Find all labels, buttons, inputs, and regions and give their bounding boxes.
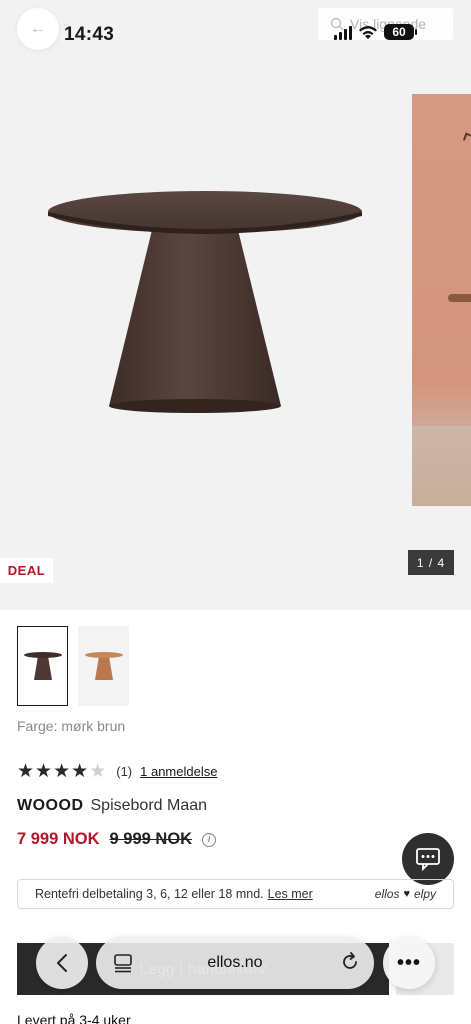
table-preview: [448, 294, 471, 302]
info-icon[interactable]: i: [202, 832, 217, 847]
financing-banner[interactable]: Rentefri delbetaling 3, 6, 12 eller 18 m…: [17, 879, 454, 909]
deal-badge: DEAL: [0, 558, 53, 583]
financing-text: Rentefri delbetaling 3, 6, 12 eller 18 m…: [35, 887, 264, 901]
old-price: 9 999 NOK: [109, 830, 193, 848]
battery-icon: 60: [384, 24, 417, 40]
thumbnail-dark-table-image: [23, 652, 62, 680]
current-price: 7 999 NOK: [17, 830, 100, 848]
thumbnail-natural-table-image: [84, 652, 123, 680]
url-text: ellos.no: [207, 954, 263, 971]
elpy-logo: elpy: [413, 887, 436, 901]
star-icon: ★: [71, 761, 89, 782]
status-icons: 60: [334, 24, 417, 40]
price-row: 7 999 NOK 9 999 NOK i: [17, 830, 217, 849]
battery-level: 60: [392, 25, 406, 39]
product-brand[interactable]: WOOOD: [17, 797, 84, 815]
financing-logos: ellos ♥ elpy: [375, 887, 436, 901]
address-bar[interactable]: ellos.no: [96, 937, 374, 989]
star-rating: ★ ★ ★ ★ ★: [17, 762, 106, 781]
rating-row: ★ ★ ★ ★ ★ (1) 1 anmeldelse: [17, 762, 217, 781]
product-image-gallery[interactable]: [0, 0, 471, 610]
product-image-table: [48, 191, 362, 413]
ellos-logo: ellos: [374, 887, 400, 901]
reviews-link[interactable]: 1 anmeldelse: [140, 764, 217, 779]
signal-icon: [334, 25, 352, 40]
chat-button[interactable]: [402, 833, 454, 885]
lamp-decor: [462, 132, 471, 144]
reload-icon[interactable]: [340, 952, 360, 972]
star-icon: ★: [17, 761, 35, 782]
thumbnail-natural[interactable]: [78, 626, 129, 706]
star-icon: ★: [35, 761, 53, 782]
tabs-icon: [114, 954, 132, 973]
product-title: WOOOD Spisebord Maan: [17, 797, 207, 815]
more-icon[interactable]: •••: [383, 937, 435, 989]
back-arrow-icon: ←: [30, 20, 46, 37]
financing-read-more-link[interactable]: Les mer: [268, 887, 313, 901]
color-variant-thumbnails: [17, 626, 129, 706]
next-product-image-preview[interactable]: [412, 94, 471, 506]
delivery-info: Levert på 3-4 uker: [17, 1012, 131, 1024]
review-count: (1): [116, 764, 133, 779]
thumbnail-dark-brown[interactable]: [17, 626, 68, 706]
color-label: Farge: mørk brun: [17, 718, 126, 734]
product-name: Spisebord Maan: [90, 797, 208, 814]
status-time: 14:43: [64, 24, 115, 45]
back-button[interactable]: ←: [17, 8, 59, 50]
image-counter: 1 / 4: [408, 550, 454, 575]
floor: [412, 426, 471, 506]
star-empty-icon: ★: [89, 761, 107, 782]
chat-icon: [416, 848, 440, 871]
browser-back-button[interactable]: [36, 937, 88, 989]
wifi-icon: [359, 25, 377, 39]
heart-icon: ♥: [403, 888, 410, 900]
chevron-left-icon: [57, 954, 67, 972]
star-icon: ★: [53, 761, 71, 782]
